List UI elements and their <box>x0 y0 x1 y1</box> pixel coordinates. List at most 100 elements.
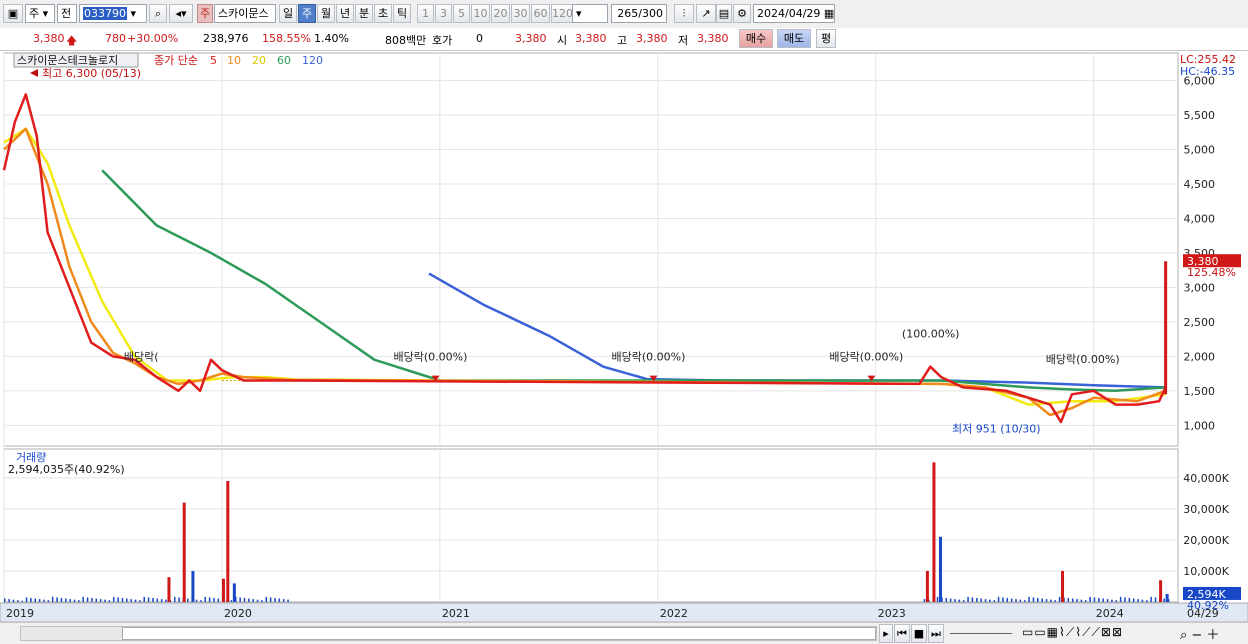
fast-forward-icon[interactable]: ⏭ <box>928 624 944 643</box>
volume-bar-small <box>121 597 124 602</box>
panel-icon[interactable]: ▣ <box>3 4 23 23</box>
period-1-button[interactable]: 주 <box>298 4 316 23</box>
volume-bar-small <box>1002 597 1004 602</box>
low-value: 3,380 <box>697 32 729 45</box>
flat-button[interactable]: 평 <box>816 29 836 48</box>
volume-bar-small <box>265 596 268 602</box>
rewind-icon[interactable]: ⏮ <box>894 624 910 643</box>
volume-bar-small <box>1089 596 1091 602</box>
turnover: 1.40% <box>314 32 349 45</box>
interval-dropdown[interactable]: ▾ <box>572 4 608 23</box>
chart-title: 스카이문스테크놀로지 <box>17 54 118 67</box>
last-volume-pct: 40.92% <box>1187 599 1229 612</box>
volume-panel <box>3 448 1179 603</box>
volume-bar-small <box>936 596 939 602</box>
interval-3-button[interactable]: 3 <box>435 4 452 23</box>
volume-pct: 158.55% <box>262 32 311 45</box>
volume-bar-small <box>1132 598 1135 602</box>
volume-bar-small <box>8 599 10 602</box>
volume-bar-small <box>143 596 145 602</box>
stock-name-field[interactable]: 스카이문스 <box>214 4 276 23</box>
volume-bar-small <box>274 597 276 602</box>
volume-bar-small <box>243 597 246 602</box>
dividend-label: 배당락(0.00%) <box>611 350 685 363</box>
scroll-right-icon[interactable]: ▸ <box>879 624 893 643</box>
interval-10-button[interactable]: 10 <box>471 4 490 23</box>
code-input[interactable]: 033790 ▾ <box>79 4 147 23</box>
period-0-button[interactable]: 일 <box>279 4 297 23</box>
period-6-button[interactable]: 틱 <box>393 4 411 23</box>
price-tick-label: 4,000 <box>1184 212 1216 225</box>
stop-icon[interactable]: ■ <box>911 624 927 643</box>
volume-bar-small <box>1102 598 1104 602</box>
interval-30-button[interactable]: 30 <box>511 4 530 23</box>
volume-bar-small <box>923 599 926 602</box>
period-5-button[interactable]: 초 <box>374 4 392 23</box>
speaker-icon[interactable]: ◂▾ <box>169 4 193 23</box>
up-arrow-icon: 🡅 <box>66 34 78 47</box>
name-badge: 주 <box>197 4 213 23</box>
count-total: /300 <box>638 7 663 20</box>
legend-period-20: 20 <box>252 54 266 67</box>
save-icon[interactable]: ▤ <box>716 4 732 23</box>
volume-bar-small <box>78 600 80 602</box>
drawing-tools-icon[interactable]: ▭▭▦⌇⟋⌇⟋⟋⊠⊠ <box>1022 625 1123 640</box>
period-3-button[interactable]: 년 <box>336 4 354 23</box>
volume-bar-small <box>152 597 154 602</box>
search-icon[interactable]: ⌕ <box>149 4 167 23</box>
volume-bar-small <box>187 598 189 602</box>
chart-area[interactable]: 1,000 1,500 2,000 2,500 3,000 3,500 4,000 4,500… <box>0 51 1248 643</box>
toolbar: ▣ 주 ▾ 전 033790 ▾ ⌕ ◂▾ 주 스카이문스 일주월년분초틱 13… <box>0 0 1248 29</box>
volume-bar-small <box>252 599 254 602</box>
volume-bar-small <box>1058 596 1061 602</box>
volume-bar-small <box>1163 598 1165 602</box>
dividend-label: 배당락(0.00%) <box>829 350 903 363</box>
volume-bar-small <box>17 600 19 602</box>
volume-bar-small <box>126 598 128 602</box>
volume-bar-small <box>1067 597 1070 602</box>
line-tool-icon[interactable]: ↗ <box>696 4 716 23</box>
volume-bar-small <box>95 598 98 602</box>
stock-chart-svg[interactable]: 1,0001,5002,0002,5003,0003,5004,0004,500… <box>0 51 1248 623</box>
volume-bar <box>932 462 936 602</box>
zoom-slider[interactable] <box>950 627 1016 639</box>
volume-bar-small <box>980 598 982 602</box>
amount: 808백만 <box>385 34 427 47</box>
volume-bar-small <box>134 599 137 602</box>
volume-bar <box>167 577 171 602</box>
volume-bar-small <box>1019 599 1022 602</box>
volume-bar-small <box>1128 597 1131 602</box>
type-select[interactable]: 주 ▾ <box>25 4 55 23</box>
volume-bar-small <box>204 596 207 602</box>
sell-button[interactable]: 매도 <box>777 29 811 48</box>
volume-bar-small <box>139 600 141 602</box>
stock-name: 스카이문스 <box>218 7 269 20</box>
count-field[interactable]: 265/300 <box>611 4 667 23</box>
volume-bar <box>1165 593 1169 602</box>
price-tick-label: 1,500 <box>1184 385 1216 398</box>
volume-bar-small <box>82 596 84 602</box>
market-select[interactable]: 전 <box>57 4 77 23</box>
candle-icon[interactable]: ⫶ <box>674 4 694 23</box>
high-annotation: 최고 6,300 (05/13) <box>42 67 141 80</box>
volume-tick-label: 30,000K <box>1183 503 1229 516</box>
volume-bar <box>938 536 942 602</box>
volume-bar-small <box>38 599 41 602</box>
date-field[interactable]: 2024/04/29 ▦ <box>753 4 835 23</box>
interval-1-button[interactable]: 1 <box>417 4 434 23</box>
interval-20-button[interactable]: 20 <box>491 4 510 23</box>
period-4-button[interactable]: 분 <box>355 4 373 23</box>
x-axis-bar <box>0 602 1248 623</box>
scroll-thumb[interactable] <box>122 627 876 640</box>
buy-button[interactable]: 매수 <box>739 29 773 48</box>
zoom-icons[interactable]: ⌕ − ＋ <box>1180 624 1219 643</box>
interval-120-button[interactable]: 120 <box>551 4 573 23</box>
volume-bar-small <box>984 599 987 602</box>
interval-60-button[interactable]: 60 <box>531 4 550 23</box>
volume-bar-small <box>130 599 132 602</box>
interval-5-button[interactable]: 5 <box>453 4 470 23</box>
gear-icon[interactable]: ⚙ <box>733 4 751 23</box>
price-tick-label: 2,500 <box>1184 316 1216 329</box>
period-2-button[interactable]: 월 <box>317 4 335 23</box>
volume-bar-small <box>43 599 45 602</box>
